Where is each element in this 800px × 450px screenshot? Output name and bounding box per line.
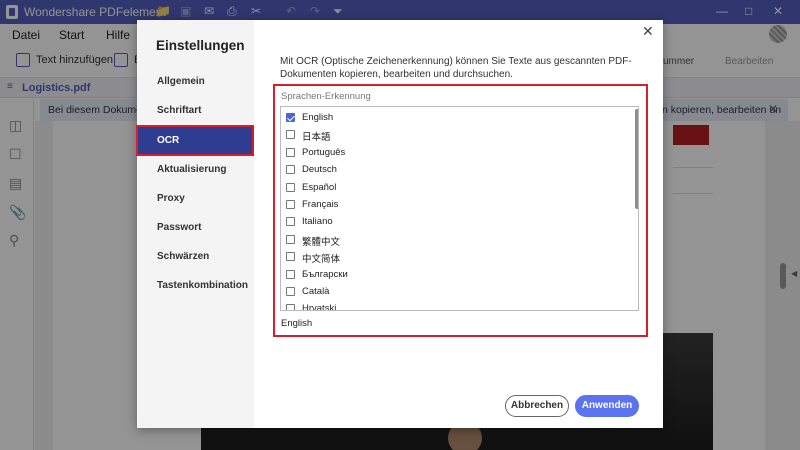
language-label: 日本語 (302, 132, 331, 144)
language-checkbox[interactable] (286, 252, 295, 262)
language-checkbox[interactable] (286, 130, 295, 140)
language-option[interactable]: 日本語 (281, 127, 621, 144)
language-checkbox[interactable] (286, 113, 295, 122)
language-checkbox[interactable] (286, 269, 295, 279)
selected-languages-text: English (281, 318, 313, 329)
language-checkbox[interactable] (286, 304, 295, 310)
nav-proxy[interactable]: Proxy (137, 184, 254, 213)
language-option[interactable]: Português (281, 145, 621, 162)
language-label: Italiano (302, 216, 333, 228)
language-checkbox[interactable] (286, 200, 295, 209)
apply-button[interactable]: Anwenden (575, 395, 639, 417)
dialog-close-icon[interactable]: ✕ (642, 23, 654, 40)
language-option[interactable]: Hrvatski (281, 301, 621, 311)
language-recognition-label: Sprachen-Erkennung (281, 91, 371, 102)
language-recognition-group: Sprachen-Erkennung English 日本語 Português De… (273, 84, 648, 337)
nav-aktualisierung[interactable]: Aktualisierung (137, 155, 254, 184)
settings-dialog: Einstellungen Allgemein Schriftart OCR A… (136, 20, 663, 428)
language-checkbox[interactable] (286, 182, 295, 192)
nav-schriftart[interactable]: Schriftart (137, 96, 254, 125)
language-checkbox[interactable] (286, 165, 295, 175)
settings-nav: Einstellungen Allgemein Schriftart OCR A… (136, 20, 254, 428)
language-checkbox[interactable] (286, 234, 295, 244)
language-label: 中文简体 (302, 254, 341, 266)
language-list[interactable]: English 日本語 Português Deutsch Español Françai… (280, 106, 639, 311)
language-option[interactable]: 繁體中文 (281, 232, 621, 249)
language-checkbox[interactable] (286, 217, 295, 227)
language-list-scrollbar[interactable] (635, 109, 638, 209)
language-label: English (302, 112, 334, 123)
language-option[interactable]: Français (281, 197, 621, 214)
language-option[interactable]: English (281, 110, 621, 127)
cancel-button[interactable]: Abbrechen (505, 395, 569, 417)
language-option[interactable]: 中文简体 (281, 249, 621, 266)
nav-schwaerzen[interactable]: Schwärzen (137, 242, 254, 271)
nav-ocr[interactable]: OCR (136, 125, 254, 156)
nav-allgemein[interactable]: Allgemein (137, 67, 254, 96)
language-checkbox[interactable] (286, 147, 295, 157)
language-label: Hrvatski (302, 303, 337, 311)
ocr-description: Mit OCR (Optische Zeichenerkennung) könn… (280, 56, 632, 80)
language-option[interactable]: Català (281, 284, 621, 301)
dialog-title: Einstellungen (156, 38, 245, 53)
language-label: 繁體中文 (302, 236, 341, 248)
language-option[interactable]: Español (281, 180, 621, 197)
language-option[interactable]: Italiano (281, 214, 621, 231)
nav-passwort[interactable]: Passwort (137, 213, 254, 242)
language-label: Български (302, 268, 348, 280)
language-checkbox[interactable] (286, 287, 295, 296)
language-option[interactable]: Deutsch (281, 162, 621, 179)
language-label: Português (302, 146, 346, 158)
language-label: Français (302, 199, 339, 210)
language-option[interactable]: Български (281, 267, 621, 284)
language-label: Deutsch (302, 164, 337, 176)
language-label: Español (302, 181, 337, 193)
language-label: Català (302, 286, 330, 297)
nav-tastenkombination[interactable]: Tastenkombination (137, 271, 254, 300)
